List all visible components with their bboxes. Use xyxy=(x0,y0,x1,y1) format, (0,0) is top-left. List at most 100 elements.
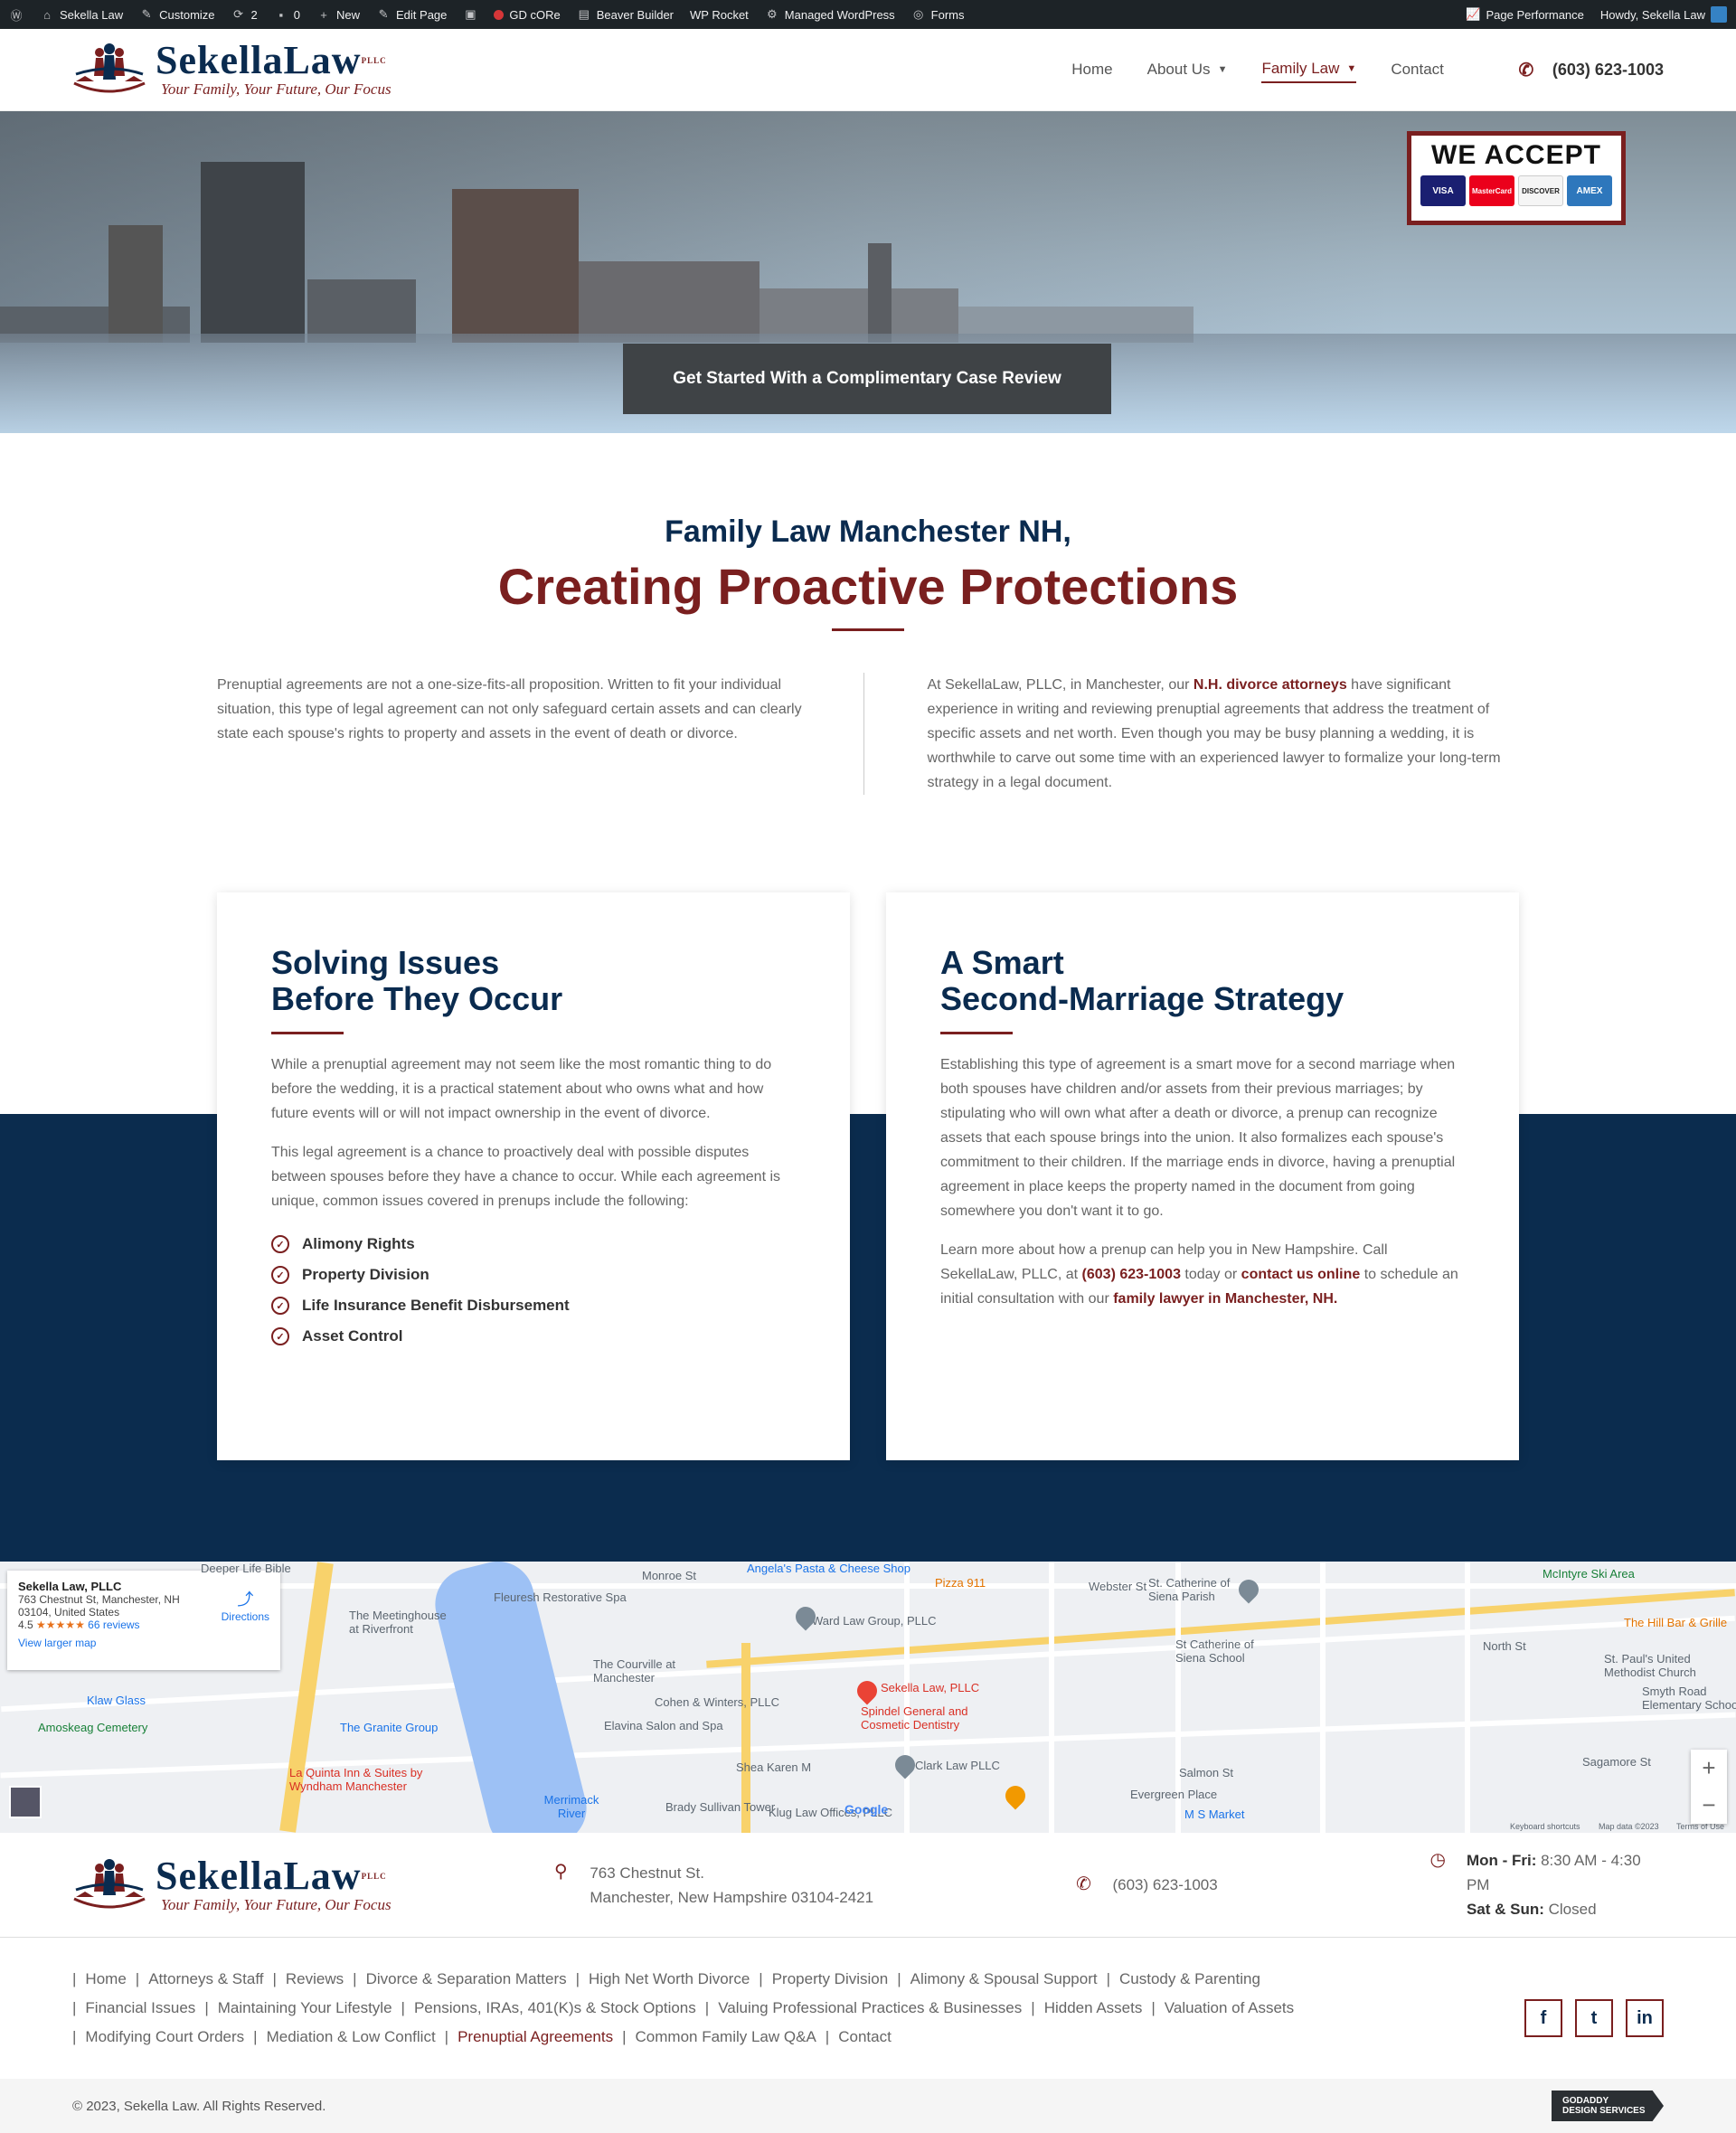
admin-account-link[interactable]: Howdy, Sekella Law xyxy=(1600,6,1727,23)
nav-about-us[interactable]: About Us ▼ xyxy=(1147,57,1228,82)
admin-updates-link[interactable]: ⟳ 2 xyxy=(231,7,258,22)
wp-logo-icon[interactable]: Ⓦ xyxy=(9,7,24,23)
admin-customize-link[interactable]: ✎ Customize xyxy=(139,7,215,22)
card-heading: Solving Issues Before They Occur xyxy=(271,944,563,1017)
admin-seo-link[interactable]: ▣ xyxy=(463,7,477,22)
site-footer: SekellaLawPLLC Your Family, Your Future,… xyxy=(0,1833,1736,2133)
status-dot-icon xyxy=(494,9,505,20)
case-review-button[interactable]: Get Started With a Complimentary Case Re… xyxy=(623,344,1111,414)
footer-link-prenuptial[interactable]: Prenuptial Agreements xyxy=(458,2028,613,2045)
footer-link-contact[interactable]: Contact xyxy=(838,2028,892,2045)
card-divider xyxy=(940,1032,1013,1034)
directions-button[interactable]: ⤴ Directions xyxy=(222,1587,269,1623)
solving-issues-card: Solving Issues Before They Occur While a … xyxy=(217,892,850,1460)
keyboard-shortcuts-link[interactable]: Keyboard shortcuts xyxy=(1510,1822,1580,1831)
footer-link-valuing-practices[interactable]: Valuing Professional Practices & Busines… xyxy=(718,1999,1022,2016)
map-place-card: Sekella Law, PLLC 763 Chestnut St, Manch… xyxy=(7,1571,280,1670)
logo-wordmark: SekellaLawPLLC xyxy=(156,38,387,82)
divorce-attorneys-link[interactable]: N.H. divorce attorneys xyxy=(1194,677,1347,693)
footer-link-financial[interactable]: Financial Issues xyxy=(85,1999,195,2016)
admin-site-link[interactable]: ⌂ Sekella Law xyxy=(40,7,123,22)
nav-contact[interactable]: Contact xyxy=(1391,57,1444,82)
footer-link-property-division[interactable]: Property Division xyxy=(772,1970,889,1987)
page-title: Creating Proactive Protections xyxy=(497,558,1239,615)
brush-icon: ✎ xyxy=(141,7,152,21)
linkedin-icon[interactable]: in xyxy=(1626,1999,1664,2037)
we-accept-badge: WE ACCEPT VISA MasterCard DISCOVER AMEX xyxy=(1407,131,1626,225)
footer-link-pensions[interactable]: Pensions, IRAs, 401(K)s & Stock Options xyxy=(414,1999,696,2016)
scales-of-justice-icon xyxy=(72,1855,146,1915)
footer-link-valuation[interactable]: Valuation of Assets xyxy=(1165,1999,1294,2016)
footer-link-hidden-assets[interactable]: Hidden Assets xyxy=(1044,1999,1143,2016)
gear-icon: ⚙ xyxy=(766,7,778,21)
footer-link-reviews[interactable]: Reviews xyxy=(286,1970,344,1987)
footer-link-home[interactable]: Home xyxy=(85,1970,126,1987)
intro-subtitle: Family Law Manchester NH, xyxy=(665,514,1071,549)
admin-edit-page-link[interactable]: ✎ Edit Page xyxy=(376,7,448,22)
facebook-icon[interactable]: f xyxy=(1524,1999,1562,2037)
admin-gd-core-link[interactable]: GD cORe xyxy=(494,8,561,22)
admin-forms-link[interactable]: ◎ Forms xyxy=(911,7,965,22)
logo-tagline: Your Family, Your Future, Our Focus xyxy=(161,80,392,98)
restaurant-marker-icon[interactable] xyxy=(1001,1781,1030,1810)
clock-icon: ◷ xyxy=(1429,1849,1446,1870)
footer-link-lifestyle[interactable]: Maintaining Your Lifestyle xyxy=(218,1999,392,2016)
admin-comments-link[interactable]: ▪ 0 xyxy=(274,7,300,22)
check-circle-icon: ✓ xyxy=(271,1297,289,1315)
admin-wp-rocket-link[interactable]: WP Rocket xyxy=(690,8,749,22)
card-divider xyxy=(271,1032,344,1034)
twitter-icon[interactable]: t xyxy=(1575,1999,1613,2037)
second-marriage-card: A Smart Second-Marriage Strategy Establis… xyxy=(886,892,1519,1460)
zoom-in-button[interactable]: + xyxy=(1702,1754,1715,1782)
site-header: SekellaLawPLLC Your Family, Your Future,… xyxy=(0,29,1736,111)
zoom-out-button[interactable]: − xyxy=(1702,1791,1715,1819)
main-nav: Home About Us ▼ Family Law ▼ Contact xyxy=(1071,56,1444,83)
admin-managed-link[interactable]: ⚙ Managed WordPress xyxy=(765,7,895,22)
contact-online-link[interactable]: contact us online xyxy=(1241,1267,1361,1282)
site-logo[interactable]: SekellaLawPLLC Your Family, Your Future,… xyxy=(72,40,392,99)
family-lawyer-link[interactable]: family lawyer in Manchester, NH. xyxy=(1113,1291,1337,1307)
google-map[interactable]: Sekella Law, PLLC 763 Chestnut St, Manch… xyxy=(0,1562,1736,1833)
satellite-toggle[interactable] xyxy=(9,1786,42,1818)
footer-link-attorneys[interactable]: Attorneys & Staff xyxy=(148,1970,263,1987)
footer-links: | Home | Attorneys & Staff | Reviews | Divorce … xyxy=(72,1970,1295,2045)
phone-link[interactable]: (603) 623-1003 xyxy=(1082,1267,1181,1282)
nav-home[interactable]: Home xyxy=(1071,57,1112,82)
rating-stars: ★★★★★ xyxy=(36,1619,85,1631)
copyright-text: © 2023, Sekella Law. All Rights Reserved… xyxy=(72,2098,326,2114)
copyright-bar: © 2023, Sekella Law. All Rights Reserved… xyxy=(0,2079,1736,2133)
footer-link-qa[interactable]: Common Family Law Q&A xyxy=(636,2028,816,2045)
check-circle-icon: ✓ xyxy=(271,1266,289,1284)
location-pin-icon[interactable] xyxy=(853,1676,882,1705)
reviews-link[interactable]: 66 reviews xyxy=(88,1619,139,1631)
comment-icon: ▪ xyxy=(278,7,284,22)
map-marker-icon[interactable] xyxy=(891,1751,920,1779)
footer-link-divorce[interactable]: Divorce & Separation Matters xyxy=(366,1970,567,1987)
header-phone-link[interactable]: ✆ (603) 623-1003 xyxy=(1516,60,1664,80)
check-circle-icon: ✓ xyxy=(271,1327,289,1345)
list-item: ✓ Asset Control xyxy=(271,1327,796,1345)
builder-icon: ▤ xyxy=(578,7,590,21)
home-icon: ⌂ xyxy=(43,7,51,22)
footer-logo[interactable]: SekellaLawPLLC Your Family, Your Future,… xyxy=(72,1855,497,1915)
admin-beaver-link[interactable]: ▤ Beaver Builder xyxy=(577,7,674,22)
google-logo: Google xyxy=(844,1802,889,1817)
forms-icon: ◎ xyxy=(913,7,924,21)
list-item: ✓ Alimony Rights xyxy=(271,1235,796,1253)
check-circle-icon: ✓ xyxy=(271,1235,289,1253)
nav-family-law[interactable]: Family Law ▼ xyxy=(1261,56,1357,83)
view-larger-map-link[interactable]: View larger map xyxy=(18,1637,269,1649)
discover-icon: DISCOVER xyxy=(1518,175,1563,206)
admin-page-performance-link[interactable]: 📈 Page Performance xyxy=(1466,7,1584,22)
godaddy-design-badge[interactable]: GODADDY DESIGN SERVICES xyxy=(1552,2091,1664,2121)
footer-link-alimony[interactable]: Alimony & Spousal Support xyxy=(910,1970,1098,1987)
mastercard-icon: MasterCard xyxy=(1469,175,1514,206)
footer-link-high-net-worth[interactable]: High Net Worth Divorce xyxy=(589,1970,750,1987)
footer-link-custody[interactable]: Custody & Parenting xyxy=(1119,1970,1260,1987)
chart-icon: 📈 xyxy=(1466,7,1481,21)
admin-new-link[interactable]: + New xyxy=(316,7,360,22)
footer-phone-link[interactable]: ✆ (603) 623-1003 xyxy=(1074,1873,1429,1897)
footer-link-mediation[interactable]: Mediation & Low Conflict xyxy=(267,2028,436,2045)
chevron-down-icon: ▼ xyxy=(1217,64,1228,75)
footer-link-modifying[interactable]: Modifying Court Orders xyxy=(85,2028,244,2045)
